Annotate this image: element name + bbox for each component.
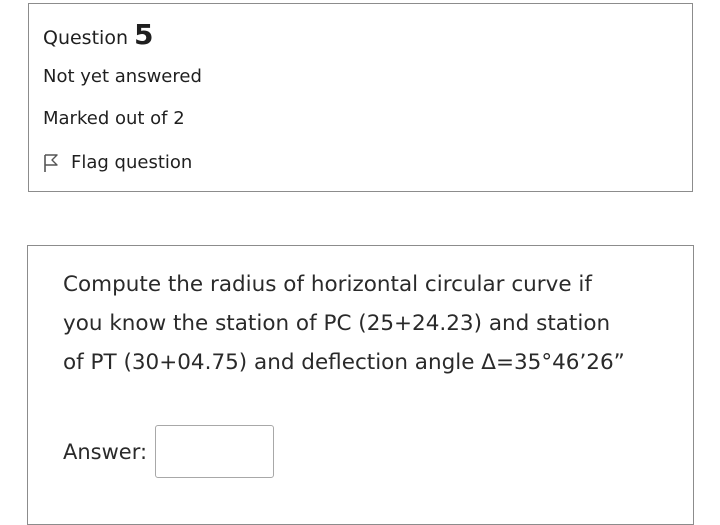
flag-question-button[interactable]: Flag question [43,152,192,173]
answer-row: Answer: [63,425,275,478]
question-heading: Question 5 [43,18,153,51]
question-text-line: Compute the radius of horizontal circula… [63,272,592,297]
question-text-line: of PT (30+04.75) and deflection angle Δ=… [63,350,625,375]
question-state: Not yet answered [43,66,202,87]
question-info-panel: Question 5 Not yet answered Marked out o… [28,3,693,192]
flag-question-label: Flag question [71,152,193,173]
question-text-line: you know the station of PC (25+24.23) an… [63,311,611,336]
flag-icon [43,153,61,173]
answer-label: Answer: [63,439,148,464]
question-label: Question [43,27,128,49]
question-grade: Marked out of 2 [43,108,185,129]
question-number: 5 [133,18,154,51]
question-content-panel: Compute the radius of horizontal circula… [27,245,694,525]
answer-input[interactable] [155,425,275,478]
question-text: Compute the radius of horizontal circula… [63,265,663,382]
